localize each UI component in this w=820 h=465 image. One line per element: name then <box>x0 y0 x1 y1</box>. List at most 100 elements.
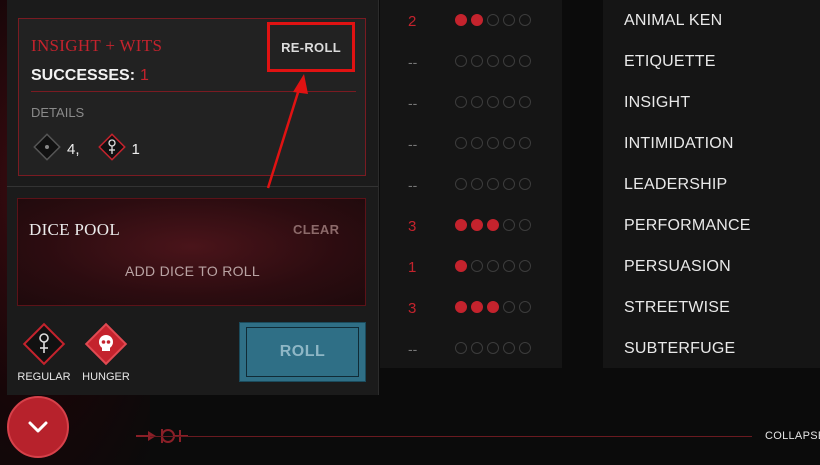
dot-rating[interactable] <box>455 178 531 190</box>
hunger-label: HUNGER <box>82 371 130 383</box>
rating-dot[interactable] <box>487 301 499 313</box>
regular-die-icon <box>22 322 66 366</box>
skill-name[interactable]: PERFORMANCE <box>624 217 751 235</box>
dice-pool-placeholder: ADD DICE TO ROLL <box>125 263 260 279</box>
roll-button[interactable]: ROLL <box>239 322 366 382</box>
rating-dot[interactable] <box>503 137 515 149</box>
rating-dot[interactable] <box>519 260 531 272</box>
successes-label: SUCCESSES: <box>31 67 136 84</box>
rating-dot[interactable] <box>487 342 499 354</box>
dot-rating[interactable] <box>455 301 531 313</box>
regular-die-icon <box>33 133 61 165</box>
skill-dots-row: -- <box>380 328 562 369</box>
rating-dot[interactable] <box>503 55 515 67</box>
rating-dot[interactable] <box>519 137 531 149</box>
dot-rating[interactable] <box>455 219 531 231</box>
dice-roller-panel: INSIGHT + WITS SUCCESSES: 1 DETAILS 4, 1… <box>7 0 379 395</box>
toggle-dice-panel-button[interactable] <box>7 396 69 458</box>
roll-label: ROLL <box>246 327 359 377</box>
skill-dots-row: 3 <box>380 205 562 246</box>
dice-pool: DICE POOL CLEAR ADD DICE TO ROLL <box>17 198 366 306</box>
hunger-die-count: 1 <box>131 140 140 158</box>
dot-rating[interactable] <box>455 260 531 272</box>
rating-dot[interactable] <box>471 178 483 190</box>
clear-button[interactable]: CLEAR <box>293 222 339 237</box>
dot-rating[interactable] <box>455 137 531 149</box>
dot-rating[interactable] <box>455 342 531 354</box>
add-hunger-die-button[interactable]: HUNGER <box>76 320 136 383</box>
rating-dot[interactable] <box>455 301 467 313</box>
rating-dot[interactable] <box>471 14 483 26</box>
skill-value: 1 <box>408 259 417 276</box>
rating-dot[interactable] <box>519 178 531 190</box>
rating-dot[interactable] <box>455 96 467 108</box>
rating-dot[interactable] <box>471 55 483 67</box>
rating-dot[interactable] <box>455 260 467 272</box>
dot-rating[interactable] <box>455 55 531 67</box>
dice-pool-title: DICE POOL <box>29 220 121 239</box>
skill-value: -- <box>408 95 418 111</box>
skill-dots-row: 2 <box>380 0 562 41</box>
add-regular-die-button[interactable]: REGULAR <box>14 320 74 383</box>
rating-dot[interactable] <box>471 137 483 149</box>
skill-name[interactable]: INSIGHT <box>624 94 690 112</box>
skill-name[interactable]: ETIQUETTE <box>624 53 716 71</box>
skill-dots-row: -- <box>380 164 562 205</box>
rating-dot[interactable] <box>487 55 499 67</box>
rating-dot[interactable] <box>487 219 499 231</box>
character-sheet: 2 -- -- -- -- 3 1 3 -- ANIMAL KEN ETIQUETTE INSIGH… <box>0 0 820 465</box>
rating-dot[interactable] <box>487 260 499 272</box>
rating-dot[interactable] <box>519 14 531 26</box>
panel-divider <box>7 186 378 187</box>
rating-dot[interactable] <box>519 96 531 108</box>
skill-name[interactable]: STREETWISE <box>624 299 730 317</box>
rating-dot[interactable] <box>455 219 467 231</box>
rating-dot[interactable] <box>487 137 499 149</box>
successes-value: 1 <box>140 67 149 84</box>
rating-dot[interactable] <box>503 260 515 272</box>
skill-value: -- <box>408 177 418 193</box>
rating-dot[interactable] <box>471 342 483 354</box>
rating-dot[interactable] <box>503 178 515 190</box>
rating-dot[interactable] <box>503 219 515 231</box>
collapse-button[interactable]: COLLAPSE <box>765 430 820 442</box>
rating-dot[interactable] <box>503 301 515 313</box>
skill-name[interactable]: ANIMAL KEN <box>624 12 722 30</box>
result-divider <box>31 91 356 92</box>
rating-dot[interactable] <box>487 178 499 190</box>
rating-dot[interactable] <box>455 342 467 354</box>
rating-dot[interactable] <box>519 342 531 354</box>
rating-dot[interactable] <box>455 55 467 67</box>
regular-label: REGULAR <box>17 371 71 383</box>
rating-dot[interactable] <box>487 96 499 108</box>
skill-value: 2 <box>408 13 417 30</box>
dot-rating[interactable] <box>455 96 531 108</box>
skill-name[interactable]: INTIMIDATION <box>624 135 734 153</box>
chevron-down-icon <box>28 421 48 433</box>
skill-value: -- <box>408 54 418 70</box>
skill-name[interactable]: LEADERSHIP <box>624 176 727 194</box>
skill-dots-row: -- <box>380 123 562 164</box>
rating-dot[interactable] <box>519 219 531 231</box>
rating-dot[interactable] <box>471 260 483 272</box>
hunger-die-icon <box>84 322 128 366</box>
skill-value: 3 <box>408 218 417 235</box>
rating-dot[interactable] <box>455 178 467 190</box>
reroll-button[interactable]: RE-ROLL <box>267 22 355 72</box>
rating-dot[interactable] <box>503 342 515 354</box>
rating-dot[interactable] <box>455 14 467 26</box>
skill-dots-column: 2 -- -- -- -- 3 1 3 -- <box>380 0 562 368</box>
dot-rating[interactable] <box>455 14 531 26</box>
rating-dot[interactable] <box>455 137 467 149</box>
rating-dot[interactable] <box>519 301 531 313</box>
skill-name[interactable]: PERSUASION <box>624 258 731 276</box>
rating-dot[interactable] <box>487 14 499 26</box>
rating-dot[interactable] <box>519 55 531 67</box>
rating-dot[interactable] <box>503 14 515 26</box>
skill-dots-row: -- <box>380 41 562 82</box>
rating-dot[interactable] <box>471 96 483 108</box>
rating-dot[interactable] <box>471 219 483 231</box>
rating-dot[interactable] <box>471 301 483 313</box>
rating-dot[interactable] <box>503 96 515 108</box>
skill-name[interactable]: SUBTERFUGE <box>624 340 735 358</box>
